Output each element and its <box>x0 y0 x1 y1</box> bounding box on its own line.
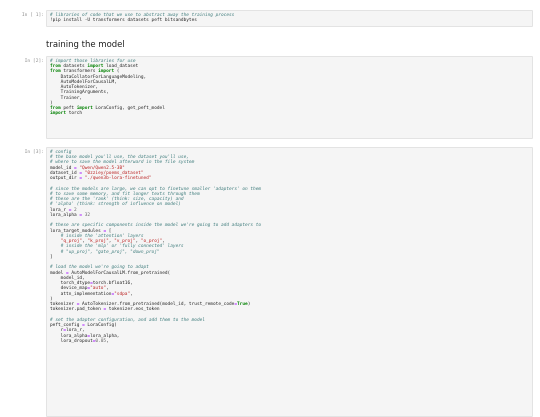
cell-prompt: In [3]: <box>24 150 44 155</box>
code-line: r=lora_r, <box>50 328 85 333</box>
code-token: ] <box>50 254 53 260</box>
code-token: lora_alpha <box>50 333 88 339</box>
code-token: AutoModelForCausalLM.from_pretrained( <box>68 270 171 276</box>
code-token: , <box>106 338 109 344</box>
code-cell-2[interactable]: In [2]: # import those libraries for use… <box>8 56 533 139</box>
code-line: tokenizer.pad_token = tokenizer.eos_toke… <box>50 307 160 312</box>
code-line: output_dir = "./qwen3b-lora-finetuned" <box>50 176 152 181</box>
code-token: , <box>106 286 109 292</box>
code-token: model_id <box>50 165 75 171</box>
code-token: DataCollatorForLanguageModeling, <box>50 74 147 80</box>
code-token: 0.05 <box>95 338 107 344</box>
cell-prompt: In [2]: <box>24 59 44 64</box>
code-token: "sdpa" <box>114 291 131 297</box>
code-editor[interactable]: # config # the base model you'll use, th… <box>46 147 533 417</box>
code-token: TrainingArguments, <box>50 90 109 96</box>
code-token: # since the models are large, we can opt… <box>50 186 262 192</box>
code-token: Trainer, <box>50 95 83 101</box>
code-line: lora_dropout=0.05, <box>50 339 109 344</box>
code-token: ( <box>114 69 120 75</box>
code-line: model = AutoModelForCausalLM.from_pretra… <box>50 271 170 276</box>
code-token: 2 <box>74 207 77 213</box>
code-line: ] <box>50 255 53 260</box>
code-token: import <box>50 111 67 117</box>
code-content: # config # the base model you'll use, th… <box>50 150 529 344</box>
code-token: import <box>98 69 115 75</box>
code-token: "./qwen3b-lora-finetuned" <box>84 176 152 182</box>
code-line: # inside the 'mlp' or 'fully connected' … <box>50 244 184 249</box>
code-token: lora_alpha <box>50 212 80 218</box>
code-token: True <box>237 302 248 308</box>
code-token: # load the model we're going to adapt <box>50 265 149 271</box>
code-token: output_dir <box>50 176 80 182</box>
code-line: model_id = "Qwen/Qwen2.5-3B" <box>50 166 125 171</box>
code-token: # where to save the model afterward in t… <box>50 160 195 166</box>
code-token: lora_target_modules <box>50 228 104 234</box>
code-line: # since the models are large, we can opt… <box>50 187 261 192</box>
code-line: Trainer, <box>50 96 82 101</box>
code-editor[interactable]: # libraries of code that we use to abstr… <box>46 10 533 27</box>
code-token: # 'alpha' (think: strength of influence … <box>50 202 181 208</box>
code-line: lora_alpha = 32 <box>50 213 90 218</box>
code-line: lora_r = 2 <box>50 208 77 213</box>
code-token: , <box>130 291 133 297</box>
code-token: # "up_proj", "gate_proj", "down_proj" <box>60 249 160 255</box>
code-token: transformers <box>60 69 99 75</box>
code-line: # where to save the model afterward in t… <box>50 160 194 165</box>
code-token: LoraConfig( <box>84 323 117 329</box>
code-token: "Qwen/Qwen2.5-3B" <box>79 165 125 171</box>
code-line: from transformers import ( <box>50 69 119 74</box>
code-token: [ <box>106 228 112 234</box>
code-content: # import those libraries for use from da… <box>50 59 529 117</box>
code-line: # load the model we're going to adapt <box>50 265 149 270</box>
code-token: lora_r, <box>66 328 85 334</box>
code-line: attn_implementation="sdpa", <box>50 292 133 297</box>
code-token: lora_alpha, <box>90 333 120 339</box>
code-token: device_map <box>50 286 88 292</box>
code-token: # these are specific components inside t… <box>50 223 262 229</box>
code-line: device_map="auto", <box>50 286 109 291</box>
code-token: lora_r <box>50 207 69 213</box>
code-token: model <box>50 270 67 276</box>
code-token: from <box>50 69 61 75</box>
code-line: # "up_proj", "gate_proj", "down_proj" <box>50 250 160 255</box>
code-token: LoraConfig, get_peft_model <box>92 106 165 112</box>
code-token: # inside the 'mlp' or 'fully connected' … <box>60 244 184 250</box>
code-line: DataCollatorForLanguageModeling, <box>50 74 147 80</box>
code-content: # libraries of code that we use to abstr… <box>50 13 529 24</box>
code-line: lora_target_modules = [ <box>50 229 111 234</box>
code-line: !pip install -U transformers datasets pe… <box>50 18 197 23</box>
code-token: tokenizer.eos_token <box>106 307 160 313</box>
code-line: # 'alpha' (think: strength of influence … <box>50 202 181 207</box>
code-line: TrainingArguments, <box>50 90 109 95</box>
code-editor[interactable]: # import those libraries for use from da… <box>46 56 533 139</box>
code-token: !pip install -U transformers datasets pe… <box>50 18 197 24</box>
code-token: ) <box>247 302 251 308</box>
code-token: lora_dropout <box>50 338 93 344</box>
code-token: 32 <box>84 212 91 218</box>
code-token: r <box>50 328 64 334</box>
cell-prompt: In [ 1]: <box>21 13 44 18</box>
code-token: torch <box>66 111 83 117</box>
code-token: "auto" <box>90 286 107 292</box>
code-line: import torch <box>50 111 82 116</box>
markdown-heading: training the model <box>46 40 125 50</box>
code-token: attn_implementation <box>50 291 112 297</box>
code-token: tokenizer.pad_token <box>50 307 104 313</box>
code-cell-3[interactable]: In [3]: # config # the base model you'll… <box>8 147 533 417</box>
code-line: # these are specific components inside t… <box>50 223 261 228</box>
code-cell-1[interactable]: In [ 1]: # libraries of code that we use… <box>8 10 533 27</box>
code-line: lora_alpha=lora_alpha, <box>50 333 120 339</box>
